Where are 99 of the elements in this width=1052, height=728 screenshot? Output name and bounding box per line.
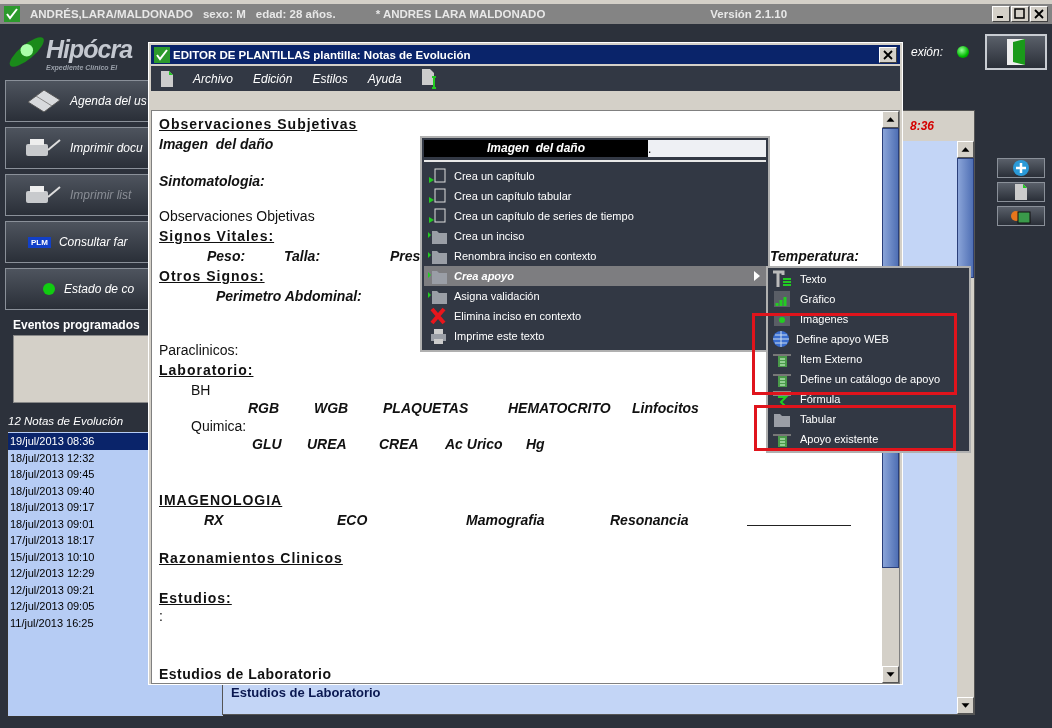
section-heading: Laboratorio: — [159, 361, 254, 379]
logo-name: Hipócra — [46, 33, 133, 64]
section-heading: Estudios: — [159, 589, 232, 607]
add-icon — [1013, 160, 1029, 176]
connection-label: exión: — [910, 45, 943, 59]
field-label: Temperatura: — [770, 248, 859, 264]
plm-badge: PLM — [28, 236, 51, 248]
document-icon — [161, 70, 173, 87]
menu-item[interactable]: Imprime este texto — [424, 326, 766, 346]
nav-button[interactable]: Imprimir docu — [5, 127, 148, 169]
group-title: Eventos programados — [12, 317, 141, 334]
field-label: Resonancia — [610, 512, 689, 528]
section-title: Estudios de Laboratorio — [230, 685, 382, 702]
patient-sex: sexo: M — [202, 8, 246, 20]
field-label: Mamografia — [466, 512, 545, 528]
page-icon — [428, 207, 448, 225]
field-label: RX — [204, 512, 224, 528]
text-format-icon — [772, 270, 792, 288]
field-label: HEMATOCRITO — [508, 400, 611, 416]
scroll-thumb[interactable] — [957, 158, 974, 278]
app-icon — [154, 46, 170, 63]
menu-item[interactable]: Item Externo — [770, 349, 967, 369]
calendar-button[interactable] — [997, 206, 1045, 226]
menu-item[interactable]: Elimina inciso en contexto — [424, 306, 766, 326]
close-icon — [428, 307, 448, 325]
field-label: CREA — [379, 436, 419, 452]
section-heading: IMAGENOLOGIA — [159, 491, 283, 509]
version-label: Versión 2.1.10 — [710, 8, 788, 20]
doctor-name: * ANDRES LARA MALDONADO — [375, 8, 546, 20]
nav-button[interactable]: Estado de co — [5, 268, 148, 310]
menu-item[interactable]: Estilos — [312, 71, 348, 86]
field-label: RGB — [248, 400, 280, 416]
menu-item[interactable]: Edición — [253, 71, 293, 86]
menu-item[interactable]: Tabular — [770, 409, 967, 429]
formula-icon — [772, 390, 792, 408]
printer-icon — [428, 327, 448, 345]
menu-header-mark: . — [648, 141, 652, 156]
menu-item[interactable]: Crea un capítulo tabular — [424, 186, 766, 206]
nav-button[interactable]: PLM Consultar far — [5, 221, 148, 263]
section-heading: Otros Signos: — [159, 267, 265, 285]
field-label: ECO — [337, 512, 368, 528]
close-button[interactable] — [1030, 6, 1048, 22]
field-label: Ac Urico — [445, 436, 503, 452]
text-line: BH — [191, 381, 211, 399]
field-label: Sintomatologia: — [159, 172, 265, 190]
field-label: Talla: — [284, 248, 321, 264]
dialog-title: EDITOR DE PLANTILLAS plantilla: Notas de Evolución — [173, 48, 471, 61]
menu-item[interactable]: Imágenes — [770, 309, 967, 329]
globe-icon — [772, 330, 792, 348]
section-heading: Signos Vitales: — [159, 227, 275, 245]
document-button[interactable] — [997, 182, 1045, 202]
menu-item[interactable]: Crea apoyo — [424, 266, 766, 286]
section-heading: Observaciones Subjetivas — [159, 115, 358, 133]
page-icon — [428, 167, 448, 185]
patient-age: edad: 28 años. — [255, 8, 336, 20]
menu-item[interactable]: Crea un inciso — [424, 226, 766, 246]
menu-item[interactable]: Asigna validación — [424, 286, 766, 306]
field-label: Linfocitos — [632, 400, 699, 416]
field-label: UREA — [307, 436, 347, 452]
section-title: Estudios de Laboratorio — [159, 665, 332, 683]
menu-item[interactable]: Define un catálogo de apoyo — [770, 369, 967, 389]
menu-item[interactable]: Ayuda — [367, 71, 402, 86]
menu-item[interactable]: Archivo — [193, 71, 233, 86]
minimize-button[interactable] — [992, 6, 1010, 22]
menu-item[interactable]: Renombra inciso en contexto — [424, 246, 766, 266]
document-icon — [1015, 184, 1027, 200]
menu-header: Imagen del daño — [424, 140, 648, 157]
add-button[interactable] — [997, 158, 1045, 178]
notebook-icon — [26, 88, 62, 114]
field-label: PLAQUETAS — [383, 400, 469, 416]
status-light-icon — [42, 282, 56, 296]
nav-button[interactable]: Agenda del us — [5, 80, 148, 122]
calendar-icon — [1010, 208, 1032, 224]
field-label: Hg — [526, 436, 545, 452]
section-heading: Razonamientos Clinicos — [159, 549, 343, 567]
menu-item[interactable]: Texto — [770, 269, 967, 289]
field-label: WGB — [314, 400, 349, 416]
menu-item[interactable]: Define apoyo WEB — [770, 329, 967, 349]
field-label: Imagen del daño — [159, 135, 274, 153]
close-button[interactable] — [879, 46, 897, 63]
page-icon — [428, 187, 448, 205]
note-time: 8:36 — [909, 119, 934, 133]
menu-item[interactable]: Gráfico — [770, 289, 967, 309]
patient-name: ANDRÉS,LARA/MALDONADO — [30, 8, 193, 20]
menu-item[interactable]: Crea un capítulo — [424, 166, 766, 186]
field-label: Perimetro Abdominal: — [216, 288, 362, 304]
app-icon — [4, 6, 20, 22]
menu-item[interactable]: Crea un capítulo de series de tiempo — [424, 206, 766, 226]
field-label: Pres — [390, 248, 421, 264]
field-label: Peso: — [207, 248, 246, 264]
door-icon — [1005, 38, 1027, 66]
exit-button[interactable] — [985, 34, 1047, 70]
field-label: GLU — [252, 436, 282, 452]
text-line: Quimica: — [191, 417, 247, 435]
chart-icon — [772, 290, 792, 308]
text-line: : — [159, 607, 163, 625]
text-line: Paraclinicos: — [159, 341, 239, 359]
text-line: Observaciones Objetivas — [159, 207, 315, 225]
maximize-button[interactable] — [1011, 6, 1029, 22]
